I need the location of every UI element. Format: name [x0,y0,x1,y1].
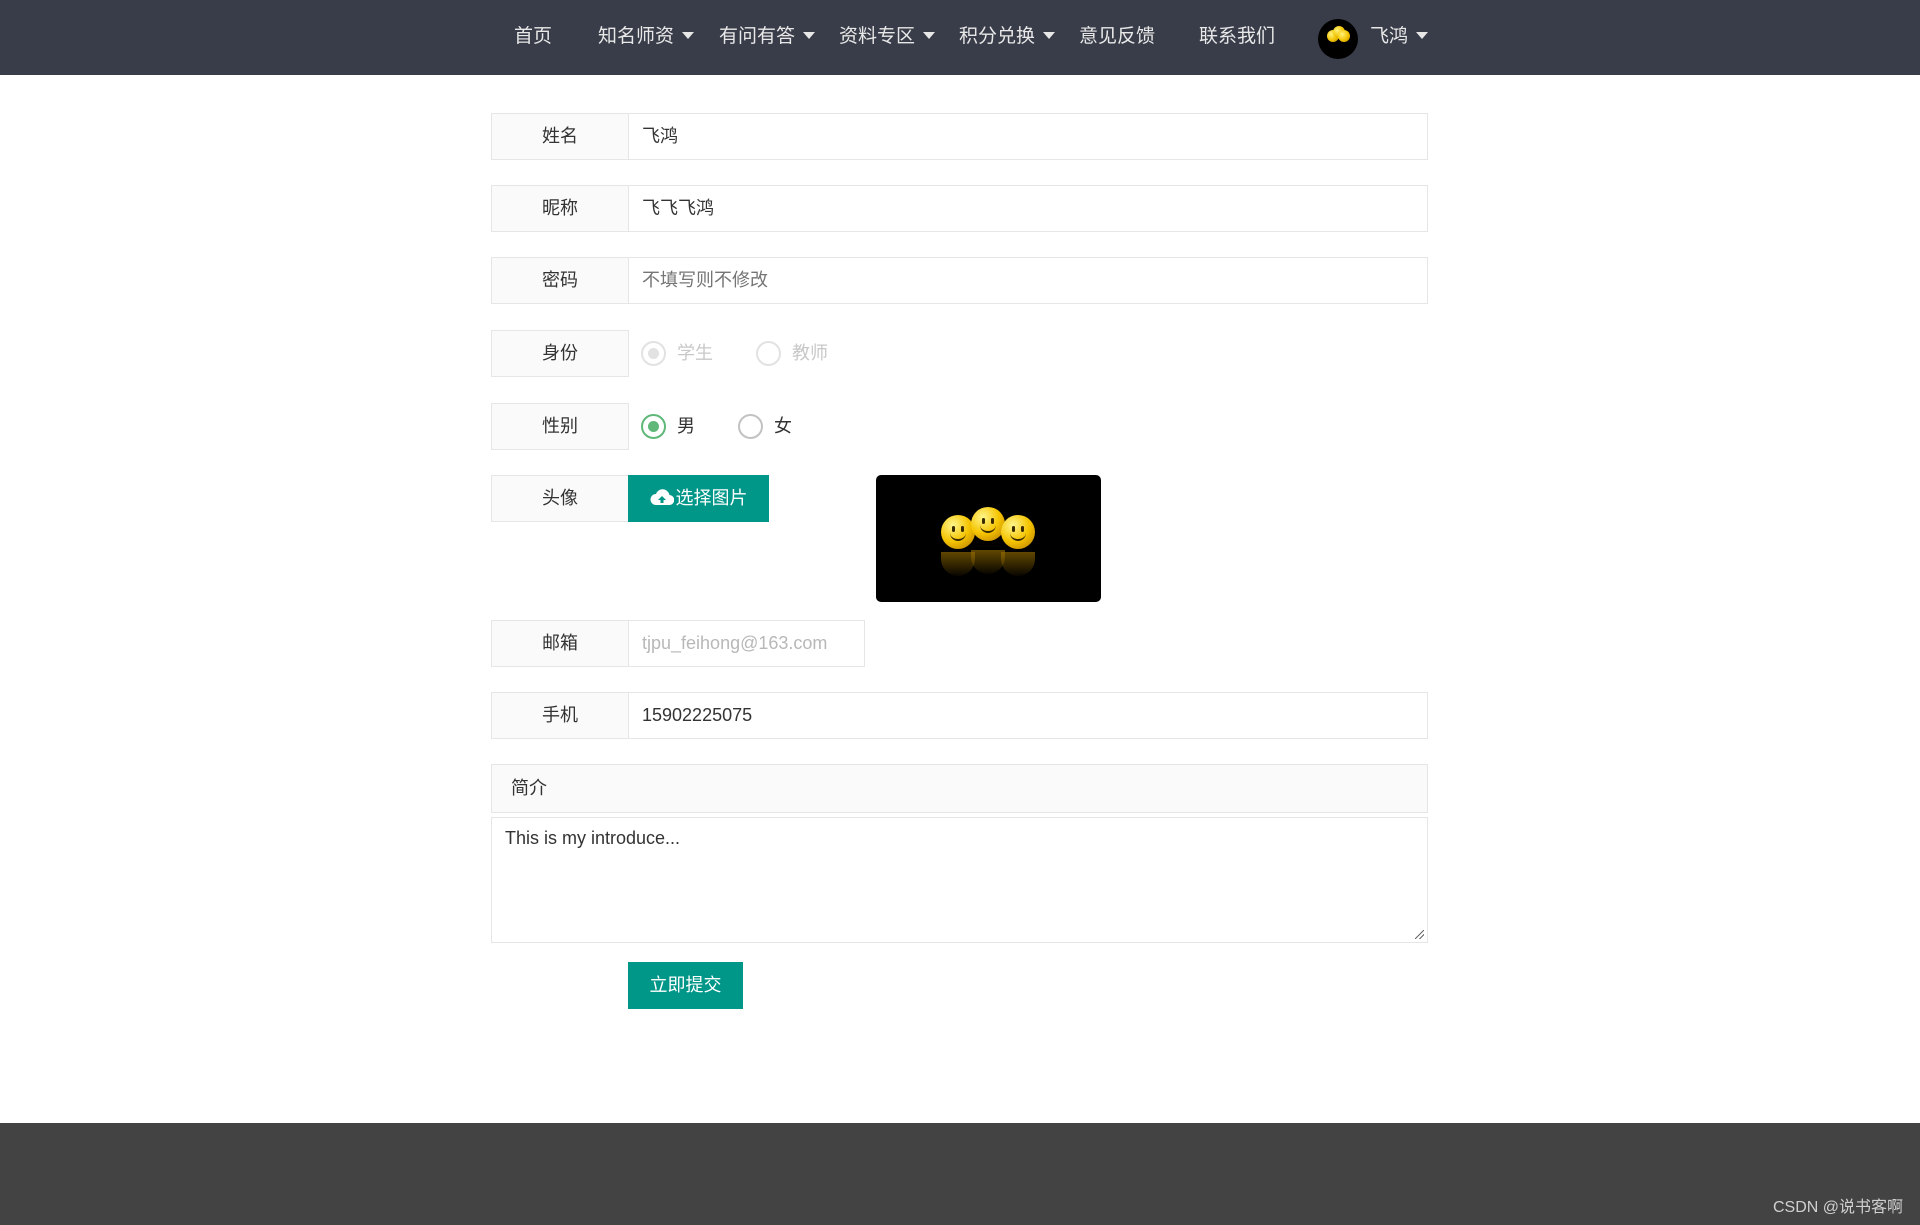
nav-item-label: 意见反馈 [1079,25,1156,47]
smiley-face [971,507,1005,541]
intro-label: 简介 [491,764,1428,813]
avatar-label: 头像 [491,475,629,522]
smiley-ball [1338,30,1350,42]
watermark-credit: CSDN @说书客啊 [1772,1199,1903,1216]
password-input[interactable]: 不填写则不修改 [628,257,1428,304]
radio-student [641,341,666,366]
caret-down-icon [682,31,695,39]
radio-female-label[interactable]: 女 [774,403,792,450]
nav-item-contact[interactable]: 联系我们 [1199,0,1275,75]
password-label: 密码 [491,257,629,304]
nav-item-materials[interactable]: 资料专区 [839,0,936,75]
intro-text: This is my introduce... [505,828,681,848]
choose-image-button[interactable]: 选择图片 [628,475,769,522]
smiley-reflection [1001,552,1035,576]
gender-label: 性别 [491,403,629,450]
phone-label: 手机 [491,692,629,739]
nav-item-label: 积分兑换 [959,25,1036,47]
name-input[interactable]: 飞鸿 [628,113,1428,160]
nav-item-points[interactable]: 积分兑换 [959,0,1056,75]
smiley-reflection [941,552,975,576]
nickname-label: 昵称 [491,185,629,232]
caret-down-icon [923,31,936,39]
intro-textarea[interactable]: This is my introduce... [491,817,1428,943]
avatar-preview-image [876,475,1101,602]
name-row: 姓名 飞鸿 [491,113,1428,160]
identity-row: 身份 学生 教师 [491,330,1428,377]
phone-row: 手机 15902225075 [491,692,1428,739]
resize-handle-icon[interactable] [1415,930,1424,939]
phone-input[interactable]: 15902225075 [628,692,1428,739]
submit-button[interactable]: 立即提交 [628,962,743,1009]
radio-female[interactable] [738,414,763,439]
email-label: 邮箱 [491,620,629,667]
smiley-avatar-icon[interactable] [1318,19,1358,59]
nav-item-teachers[interactable]: 知名师资 [598,0,695,75]
smiley-face [1001,515,1035,549]
smiley-reflection [971,550,1005,574]
password-row: 密码 不填写则不修改 [491,257,1428,304]
nav-item-label: 有问有答 [719,25,796,47]
caret-down-icon [803,31,816,39]
radio-teacher-label: 教师 [792,343,828,364]
user-name: 飞鸿 [1370,25,1409,47]
identity-label: 身份 [491,330,629,377]
choose-image-label: 选择图片 [675,488,748,509]
nav-item-home[interactable]: 首页 [514,0,552,75]
radio-male-label[interactable]: 男 [677,403,695,450]
caret-down-icon [1043,31,1056,39]
user-menu[interactable]: 飞鸿 [1370,0,1429,75]
radio-student-label: 学生 [677,343,713,364]
nickname-row: 昵称 飞飞飞鸿 [491,185,1428,232]
top-navbar: 首页 知名师资 有问有答 资料专区 积分兑换 意见反馈 联系我们 飞鸿 [0,0,1920,75]
nickname-input[interactable]: 飞飞飞鸿 [628,185,1428,232]
radio-male[interactable] [641,414,666,439]
cloud-upload-icon [650,489,674,506]
nav-item-qa[interactable]: 有问有答 [719,0,816,75]
nav-item-label: 知名师资 [598,25,675,47]
page-footer [0,1123,1920,1225]
gender-row: 性别 男 女 [491,403,1428,450]
email-input[interactable]: tjpu_feihong@163.com [628,620,865,667]
nav-item-feedback[interactable]: 意见反馈 [1079,0,1155,75]
caret-down-icon [1416,31,1429,39]
name-label: 姓名 [491,113,629,160]
smiley-face [941,515,975,549]
nav-item-label: 资料专区 [839,25,916,47]
radio-teacher [756,341,781,366]
email-row: 邮箱 tjpu_feihong@163.com [491,620,1428,667]
nav-item-label: 联系我们 [1199,25,1276,47]
nav-item-label: 首页 [514,25,553,47]
